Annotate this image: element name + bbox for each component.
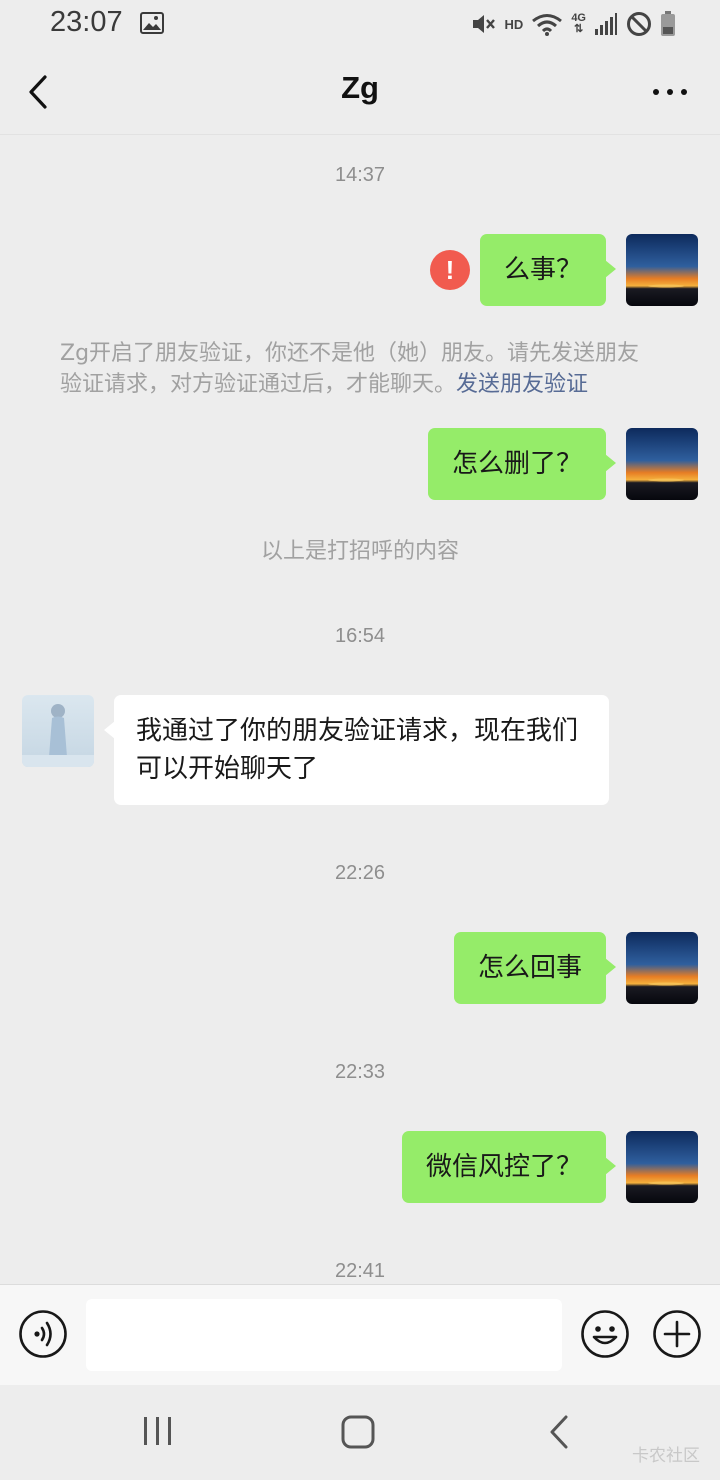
chat-title: Zg bbox=[341, 70, 379, 105]
back-icon bbox=[550, 1415, 568, 1449]
message-timestamp: 16:54 bbox=[334, 625, 386, 647]
more-functions-button[interactable] bbox=[652, 1309, 702, 1359]
sent-message-bubble[interactable]: 微信风控了？ bbox=[401, 1131, 617, 1203]
sent-message-bubble[interactable]: 么事？ bbox=[479, 234, 617, 306]
friend-verification-note: Zg开启了朋友验证，你还不是他（她）朋友。请先发送朋友验证请求，对方验证通过后，… bbox=[60, 338, 660, 400]
more-button[interactable] bbox=[650, 80, 690, 104]
sent-message-bubble[interactable]: 怎么删了？ bbox=[427, 428, 617, 500]
message-timestamp: 22:41 bbox=[334, 1260, 386, 1282]
message-timestamp: 22:33 bbox=[334, 1061, 386, 1083]
mute-icon bbox=[471, 12, 497, 36]
more-dots-icon bbox=[653, 89, 687, 95]
home-button[interactable] bbox=[338, 1412, 378, 1452]
status-time: 23:07 bbox=[50, 6, 123, 38]
recents-icon bbox=[144, 1417, 171, 1445]
send-failed-icon[interactable]: ! bbox=[430, 250, 470, 290]
wifi-icon bbox=[531, 12, 563, 36]
my-avatar[interactable] bbox=[626, 428, 698, 500]
status-bar: 23:07 HD 4G ⇅ bbox=[0, 0, 720, 50]
my-avatar[interactable] bbox=[626, 234, 698, 306]
system-nav-bar: 卡农社区 bbox=[0, 1385, 720, 1480]
network-type: 4G ⇅ bbox=[571, 12, 586, 35]
recents-button[interactable] bbox=[138, 1413, 178, 1449]
greeting-note: 以上是打招呼的内容 bbox=[260, 539, 459, 564]
battery-icon bbox=[660, 11, 676, 37]
do-not-disturb-icon bbox=[626, 11, 652, 37]
system-back-button[interactable] bbox=[544, 1412, 576, 1452]
message-timestamp: 14:37 bbox=[334, 164, 386, 186]
status-icons: HD 4G ⇅ bbox=[471, 8, 676, 40]
input-bar bbox=[0, 1284, 720, 1385]
received-message-bubble[interactable]: 我通过了你的朋友验证请求，现在我们可以开始聊天了 bbox=[104, 695, 609, 805]
home-icon bbox=[341, 1415, 375, 1449]
message-input[interactable] bbox=[86, 1299, 562, 1371]
send-verification-link[interactable]: 发送朋友验证 bbox=[456, 372, 588, 397]
chat-header: Zg bbox=[0, 50, 720, 135]
signal-icon bbox=[594, 12, 618, 36]
emoji-button[interactable] bbox=[580, 1309, 630, 1359]
voice-icon bbox=[19, 1310, 67, 1358]
contact-avatar[interactable] bbox=[22, 695, 94, 767]
sent-message-bubble[interactable]: 怎么回事 bbox=[453, 932, 617, 1004]
plus-icon bbox=[653, 1310, 701, 1358]
voice-button[interactable] bbox=[18, 1309, 68, 1359]
hd-label: HD bbox=[504, 16, 524, 32]
watermark: 卡农社区 bbox=[632, 1446, 700, 1466]
message-timestamp: 22:26 bbox=[334, 862, 386, 884]
emoji-icon bbox=[581, 1310, 629, 1358]
my-avatar[interactable] bbox=[626, 932, 698, 1004]
gallery-icon bbox=[140, 12, 164, 34]
my-avatar[interactable] bbox=[626, 1131, 698, 1203]
